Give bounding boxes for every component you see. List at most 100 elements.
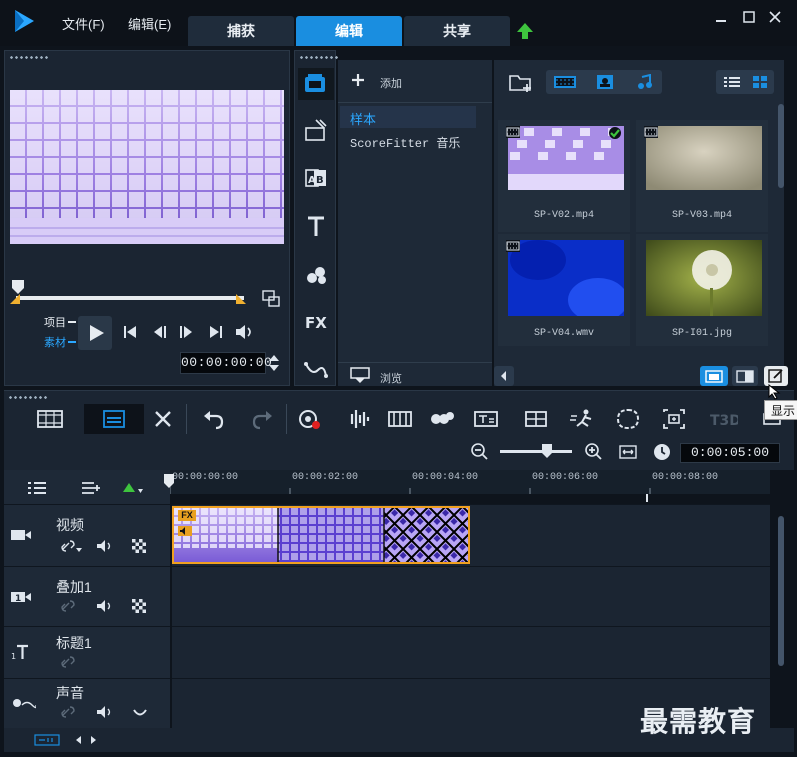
track-height-icon[interactable]: [34, 734, 60, 746]
mark-in-handle[interactable]: [10, 294, 20, 304]
add-folder-label[interactable]: 添加: [380, 75, 402, 91]
track-lane-title[interactable]: [172, 626, 770, 678]
collapse-library-icon[interactable]: [494, 366, 514, 386]
scrub-bar[interactable]: [16, 296, 244, 300]
upload-arrow-icon[interactable]: [516, 22, 534, 40]
timeline-scrollbar[interactable]: [778, 516, 784, 666]
show-audio-icon[interactable]: [632, 74, 658, 90]
tab-edit[interactable]: 编辑: [296, 16, 402, 46]
mute-volume-icon[interactable]: [96, 705, 114, 719]
playhead-marker[interactable]: [164, 474, 174, 488]
link-icon[interactable]: [60, 599, 76, 613]
transition-icon[interactable]: AB: [302, 164, 330, 192]
panel-grip[interactable]: [299, 55, 339, 61]
show-photo-icon[interactable]: [592, 74, 618, 90]
add-marker-icon[interactable]: [122, 482, 144, 496]
video-clip[interactable]: FX: [172, 506, 470, 564]
time-remapping-icon[interactable]: [568, 404, 600, 434]
transparency-icon[interactable]: [132, 599, 146, 613]
panel-grip[interactable]: [8, 395, 48, 401]
media-item-sp-v03[interactable]: SP-V03.mp4: [636, 120, 768, 232]
record-capture-icon[interactable]: [294, 404, 326, 434]
browse-label[interactable]: 浏览: [380, 370, 402, 386]
scroll-timeline-arrows-icon[interactable]: [74, 734, 100, 746]
track-lane-overlay[interactable]: [172, 566, 770, 626]
ripple-link-icon[interactable]: [60, 539, 84, 553]
menu-file[interactable]: 文件(F): [62, 14, 105, 33]
menu-edit[interactable]: 编辑(E): [128, 14, 171, 33]
title-track-icon[interactable]: 1: [10, 643, 30, 661]
mute-volume-icon[interactable]: [96, 539, 114, 553]
media-item-sp-v04[interactable]: SP-V04.wmv: [498, 234, 630, 346]
sound-mixer-icon[interactable]: [342, 404, 374, 434]
media-category-button[interactable]: [298, 68, 334, 100]
video-track-icon[interactable]: [10, 527, 32, 543]
go-start-icon[interactable]: [118, 320, 142, 344]
redo-icon[interactable]: [246, 404, 278, 434]
trim-start-marker[interactable]: [12, 280, 24, 294]
options-panel-icon[interactable]: [732, 366, 758, 386]
minimize-icon[interactable]: [714, 10, 728, 24]
project-mode-label[interactable]: 项目: [44, 314, 66, 330]
library-panel-icon[interactable]: [700, 366, 728, 386]
edit-properties-icon[interactable]: [764, 366, 788, 386]
voice-track-icon[interactable]: [12, 697, 36, 711]
preview-timecode[interactable]: 00:00:00:00: [180, 352, 272, 374]
add-folder-icon[interactable]: [350, 72, 366, 88]
tools-icon[interactable]: [148, 404, 180, 434]
folder-item-sample[interactable]: 样本: [340, 106, 476, 128]
tab-capture[interactable]: 捕获: [188, 16, 294, 46]
thumbnail-view-icon[interactable]: [750, 74, 770, 90]
timeline-view-button[interactable]: [84, 404, 144, 434]
panel-grip[interactable]: [9, 55, 49, 61]
transparency-icon[interactable]: [132, 539, 146, 553]
tab-share[interactable]: 共享: [404, 16, 510, 46]
next-frame-icon[interactable]: [174, 320, 198, 344]
enlarge-preview-icon[interactable]: [262, 290, 280, 308]
graphics-icon[interactable]: [302, 260, 330, 288]
instant-project-icon[interactable]: [302, 116, 330, 144]
multi-camera-icon[interactable]: [520, 404, 552, 434]
mask-creator-icon[interactable]: [612, 404, 644, 434]
link-icon[interactable]: [60, 655, 76, 669]
subtitle-editor-icon[interactable]: [470, 404, 502, 434]
close-icon[interactable]: [768, 10, 782, 24]
media-item-sp-v02[interactable]: SP-V02.mp4: [498, 120, 630, 232]
media-item-sp-i01[interactable]: SP-I01.jpg: [636, 234, 768, 346]
volume-icon[interactable]: [232, 320, 256, 344]
track-name: 声音: [56, 685, 84, 701]
mute-volume-icon[interactable]: [96, 599, 114, 613]
prev-frame-icon[interactable]: [148, 320, 172, 344]
zoom-slider[interactable]: [500, 450, 572, 453]
list-view-icon[interactable]: [722, 74, 742, 90]
storyboard-view-icon[interactable]: [34, 404, 66, 434]
zoom-in-icon[interactable]: [584, 442, 604, 462]
undo-icon[interactable]: [198, 404, 230, 434]
auto-music-icon[interactable]: [384, 404, 416, 434]
play-button[interactable]: [78, 316, 112, 350]
chapter-point-icon[interactable]: [80, 480, 102, 496]
3d-title-editor-icon[interactable]: T3D: [706, 404, 738, 434]
audio-ducking-icon[interactable]: [132, 707, 148, 719]
path-icon[interactable]: [302, 356, 330, 384]
track-manager-icon[interactable]: [26, 480, 48, 496]
pan-zoom-icon[interactable]: [658, 404, 690, 434]
title-icon[interactable]: [302, 212, 330, 240]
folder-item-scorefitter[interactable]: ScoreFitter 音乐: [340, 130, 476, 152]
timecode-spinner-icon[interactable]: [268, 352, 280, 374]
library-scrollbar[interactable]: [778, 104, 784, 188]
zoom-out-icon[interactable]: [470, 442, 490, 462]
motion-tracking-icon[interactable]: [426, 404, 458, 434]
mark-out-handle[interactable]: [236, 294, 246, 304]
show-video-icon[interactable]: [552, 74, 578, 90]
zoom-slider-thumb[interactable]: [542, 444, 552, 458]
filter-fx-icon[interactable]: FX: [302, 308, 330, 336]
clip-mode-label[interactable]: 素材: [44, 334, 66, 350]
fit-project-icon[interactable]: [618, 442, 638, 462]
maximize-icon[interactable]: [742, 10, 756, 24]
browse-icon[interactable]: [350, 366, 372, 384]
go-end-icon[interactable]: [204, 320, 228, 344]
import-folder-icon[interactable]: [508, 70, 534, 94]
overlay-track-icon[interactable]: 1: [10, 589, 34, 605]
link-icon[interactable]: [60, 705, 76, 719]
